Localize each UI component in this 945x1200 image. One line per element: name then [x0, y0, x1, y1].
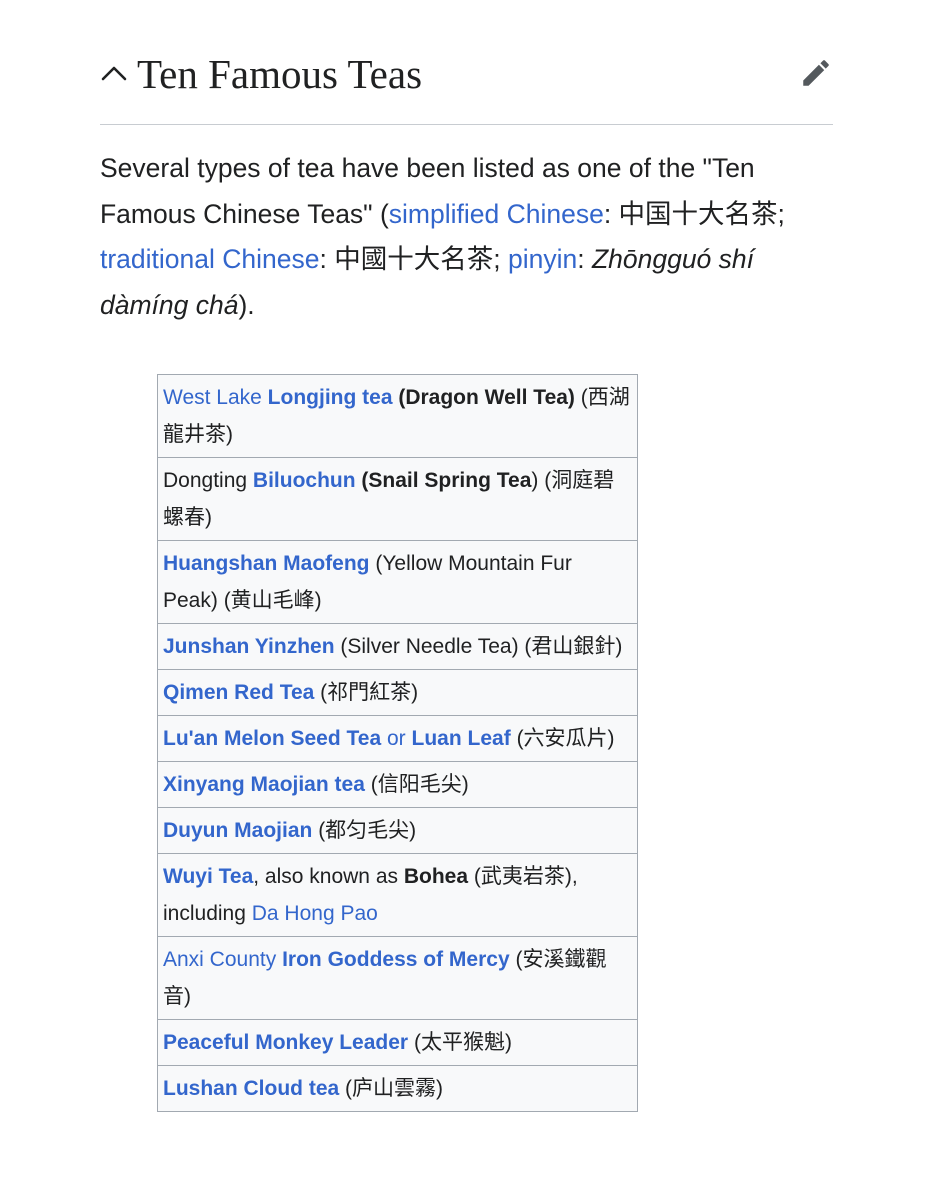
table-row: Anxi County Iron Goddess of Mercy (安溪鐵觀音… [157, 936, 638, 1020]
table-row: Duyun Maojian (都匀毛尖) [157, 807, 638, 854]
tea-link[interactable]: Lushan Cloud tea [163, 1077, 339, 1100]
intro-text: : [577, 244, 592, 274]
table-row: Xinyang Maojian tea (信阳毛尖) [157, 761, 638, 808]
tea-text: , also known as [253, 865, 398, 888]
table-cell: Lushan Cloud tea (庐山雲霧) [157, 1065, 638, 1112]
tea-link[interactable]: Lu'an Melon Seed Tea [163, 727, 381, 750]
tea-text: Dongting [163, 469, 248, 492]
tea-text-or: or [387, 727, 406, 750]
table-row: Lushan Cloud tea (庐山雲霧) [157, 1065, 638, 1112]
tea-link[interactable]: Junshan Yinzhen [163, 635, 335, 658]
tea-link[interactable]: Iron Goddess of Mercy [282, 948, 510, 971]
table-cell: West Lake Longjing tea (Dragon Well Tea)… [157, 374, 638, 458]
article-section: Ten Famous Teas Several types of tea hav… [100, 0, 833, 1112]
pinyin-link[interactable]: pinyin [508, 244, 577, 274]
table-cell: Xinyang Maojian tea (信阳毛尖) [157, 761, 638, 808]
tea-chinese-name: (祁門紅茶) [320, 681, 419, 704]
tea-chinese-name: (六安瓜片) [516, 727, 615, 750]
table-row: West Lake Longjing tea (Dragon Well Tea)… [157, 374, 638, 458]
tea-link[interactable]: Luan Leaf [412, 727, 511, 750]
tea-link[interactable]: Duyun Maojian [163, 819, 312, 842]
tea-link[interactable]: Huangshan Maofeng [163, 552, 370, 575]
traditional-chinese-link[interactable]: traditional Chinese [100, 244, 320, 274]
tea-chinese-name: (太平猴魁) [413, 1031, 512, 1054]
tea-link[interactable]: Longjing tea [268, 386, 393, 409]
section-title: Ten Famous Teas [137, 51, 423, 97]
pencil-icon[interactable] [799, 56, 833, 90]
tea-link[interactable]: West Lake [163, 386, 262, 409]
tea-chinese-name: (信阳毛尖) [370, 773, 469, 796]
intro-paragraph: Several types of tea have been listed as… [100, 146, 833, 328]
intro-text: ). [238, 289, 255, 320]
table-cell: Huangshan Maofeng (Yellow Mountain Fur P… [157, 540, 638, 624]
simplified-chinese-link[interactable]: simplified Chinese [389, 199, 604, 229]
table-row: Peaceful Monkey Leader (太平猴魁) [157, 1019, 638, 1066]
tea-chinese-name: (庐山雲霧) [345, 1077, 444, 1100]
tea-alias: Bohea [403, 865, 469, 888]
table-cell: Qimen Red Tea (祁門紅茶) [157, 669, 638, 716]
tea-chinese-name: (都匀毛尖) [318, 819, 417, 842]
tea-link[interactable]: Wuyi Tea [163, 865, 253, 888]
tea-description: (Silver Needle Tea) (君山銀針) [340, 635, 623, 658]
tea-link[interactable]: Peaceful Monkey Leader [163, 1031, 408, 1054]
intro-text: : 中国十大名茶; [603, 198, 785, 229]
table-row: Qimen Red Tea (祁門紅茶) [157, 669, 638, 716]
tea-link[interactable]: Xinyang Maojian tea [163, 773, 365, 796]
table-row: Junshan Yinzhen (Silver Needle Tea) (君山銀… [157, 623, 638, 670]
section-header: Ten Famous Teas [100, 0, 833, 125]
table-cell: Junshan Yinzhen (Silver Needle Tea) (君山銀… [157, 623, 638, 670]
chevron-up-icon[interactable] [100, 60, 128, 88]
table-row: Lu'an Melon Seed Tea or Luan Leaf (六安瓜片) [157, 715, 638, 762]
ten-famous-teas-table: West Lake Longjing tea (Dragon Well Tea)… [157, 374, 638, 1112]
table-cell: Duyun Maojian (都匀毛尖) [157, 807, 638, 854]
table-cell: Anxi County Iron Goddess of Mercy (安溪鐵觀音… [157, 936, 638, 1020]
intro-text: : 中國十大名茶; [319, 244, 508, 274]
table-cell: Dongting Biluochun (Snail Spring Tea) (洞… [157, 457, 638, 541]
table-cell: Peaceful Monkey Leader (太平猴魁) [157, 1019, 638, 1066]
table-cell: Wuyi Tea, also known as Bohea (武夷岩茶), in… [157, 853, 638, 937]
tea-link[interactable]: Anxi County [163, 948, 276, 971]
tea-link[interactable]: Qimen Red Tea [163, 681, 314, 704]
tea-link[interactable]: Da Hong Pao [252, 902, 378, 925]
table-row: Dongting Biluochun (Snail Spring Tea) (洞… [157, 457, 638, 541]
table-cell: Lu'an Melon Seed Tea or Luan Leaf (六安瓜片) [157, 715, 638, 762]
tea-link[interactable]: Biluochun [253, 469, 356, 492]
tea-english-name: (Snail Spring Tea [361, 469, 532, 492]
table-row: Huangshan Maofeng (Yellow Mountain Fur P… [157, 540, 638, 624]
tea-english-name: (Dragon Well Tea) [398, 386, 575, 409]
table-row: Wuyi Tea, also known as Bohea (武夷岩茶), in… [157, 853, 638, 937]
